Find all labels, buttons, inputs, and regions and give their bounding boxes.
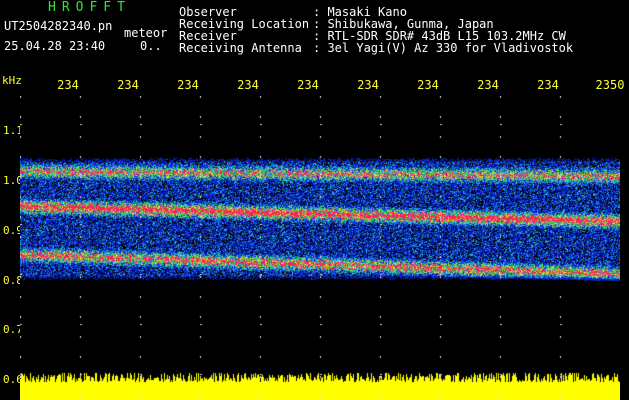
time-tick: 234 (297, 78, 319, 92)
file-mode: meteor (124, 26, 168, 40)
time-tick: 234 (237, 78, 259, 92)
time-tick: 234 (537, 78, 559, 92)
app-title: HROFFT (48, 0, 131, 15)
file-name: UT2504282340.pn (4, 19, 113, 33)
time-tick: 234 (477, 78, 499, 92)
time-tick: 234 (357, 78, 379, 92)
time-tick: 2350 (595, 78, 625, 92)
spectrogram-canvas (20, 96, 620, 400)
antenna-value: : 3el Yagi(V) Az 330 for Vladivostok (313, 41, 574, 55)
time-tick: 234 (177, 78, 199, 92)
spectrogram-plot (20, 96, 620, 400)
antenna-label: Receiving Antenna (179, 41, 302, 55)
file-timestamp: 25.04.28 23:40 (4, 39, 106, 53)
time-axis: 234 234 234 234 234 234 234 234 234 2350 (0, 78, 629, 94)
time-tick: 234 (117, 78, 139, 92)
file-extra: 0.. (140, 39, 162, 53)
time-tick: 234 (417, 78, 439, 92)
time-tick: 234 (57, 78, 79, 92)
